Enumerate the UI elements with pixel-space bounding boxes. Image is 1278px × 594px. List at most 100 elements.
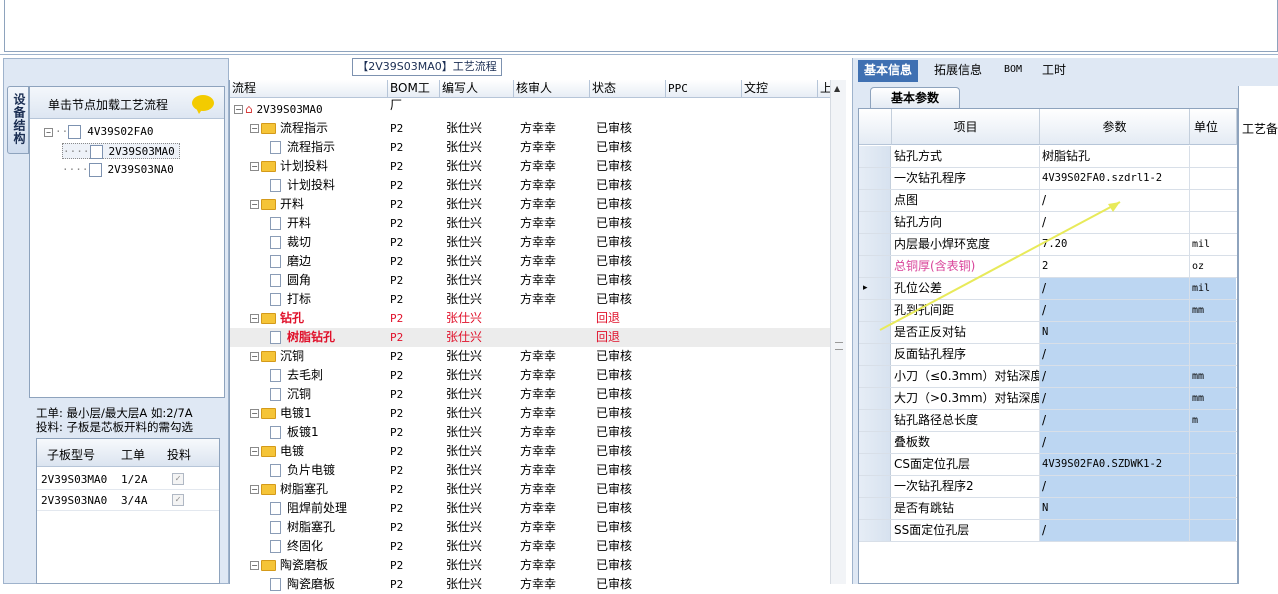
param-row[interactable]: 钻孔方式 树脂钻孔	[859, 146, 1237, 168]
col-header[interactable]: 工单	[121, 446, 145, 463]
chat-bubble-icon[interactable]	[192, 95, 214, 114]
flow-row[interactable]: 树脂钻孔 P2 张仕兴 回退	[230, 328, 830, 347]
param-value-cell[interactable]: 树脂钻孔	[1040, 146, 1190, 167]
flow-row[interactable]: 负片电镀 P2 张仕兴 方幸幸 已审核	[230, 461, 830, 480]
flow-row[interactable]: − 陶瓷磨板 P2 张仕兴 方幸幸 已审核	[230, 556, 830, 575]
col-header-writer[interactable]: 编写人	[440, 80, 514, 98]
flow-row[interactable]: − 树脂塞孔 P2 张仕兴 方幸幸 已审核	[230, 480, 830, 499]
param-value-cell[interactable]: /	[1040, 388, 1190, 409]
tree-root-row[interactable]: − ⌂ 2V39S03MA0	[230, 100, 830, 119]
param-value-cell[interactable]: /	[1040, 520, 1190, 541]
param-value-cell[interactable]: /	[1040, 410, 1190, 431]
flow-row[interactable]: − 电镀1 P2 张仕兴 方幸幸 已审核	[230, 404, 830, 423]
collapse-icon[interactable]: −	[250, 352, 259, 361]
tab-work-hours[interactable]: 工时	[1036, 60, 1072, 82]
flow-row[interactable]: − 开料 P2 张仕兴 方幸幸 已审核	[230, 195, 830, 214]
collapse-icon[interactable]: −	[250, 447, 259, 456]
table-row[interactable]: 2V39S03MA0 1/2A ✓	[37, 469, 219, 490]
collapse-icon[interactable]: −	[250, 162, 259, 171]
param-value-cell[interactable]: /	[1040, 432, 1190, 453]
row-indicator[interactable]	[859, 146, 891, 167]
row-indicator[interactable]	[859, 520, 891, 541]
flow-row[interactable]: 终固化 P2 张仕兴 方幸幸 已审核	[230, 537, 830, 556]
row-indicator[interactable]	[859, 476, 891, 497]
col-header-item[interactable]: 项目	[892, 109, 1040, 145]
flow-row[interactable]: − 沉铜 P2 张仕兴 方幸幸 已审核	[230, 347, 830, 366]
col-header-status[interactable]: 状态	[590, 80, 666, 98]
flow-row[interactable]: 沉铜 P2 张仕兴 方幸幸 已审核	[230, 385, 830, 404]
param-row[interactable]: 大刀（>0.3mm）对钻深度 / mm	[859, 388, 1237, 410]
collapse-icon[interactable]: −	[234, 105, 243, 114]
vertical-scrollbar[interactable]: ▲	[830, 80, 846, 584]
param-value-cell[interactable]: /	[1040, 476, 1190, 497]
flow-row[interactable]: 阻焊前处理 P2 张仕兴 方幸幸 已审核	[230, 499, 830, 518]
collapse-icon[interactable]: −	[250, 314, 259, 323]
flow-row[interactable]: 计划投料 P2 张仕兴 方幸幸 已审核	[230, 176, 830, 195]
device-structure-tab[interactable]: 设备结构	[7, 86, 29, 154]
param-value-cell[interactable]: 4V39S02FA0.SZDWK1-2	[1040, 454, 1190, 475]
collapse-icon[interactable]: −	[250, 200, 259, 209]
flow-row[interactable]: − 钻孔 P2 张仕兴 回退	[230, 309, 830, 328]
flow-row[interactable]: 圆角 P2 张仕兴 方幸幸 已审核	[230, 271, 830, 290]
param-row[interactable]: 是否有跳钻 N	[859, 498, 1237, 520]
collapse-icon[interactable]: −	[250, 409, 259, 418]
scroll-up-icon[interactable]: ▲	[834, 84, 840, 93]
param-row[interactable]: 反面钻孔程序 /	[859, 344, 1237, 366]
tab-basic-info[interactable]: 基本信息	[858, 60, 919, 82]
flow-row[interactable]: 板镀1 P2 张仕兴 方幸幸 已审核	[230, 423, 830, 442]
collapse-icon[interactable]: −	[250, 561, 259, 570]
param-row[interactable]: 小刀（≤0.3mm）对钻深度 / mm	[859, 366, 1237, 388]
col-header-bom[interactable]: BOM工厂	[388, 80, 440, 112]
flow-row[interactable]: − 计划投料 P2 张仕兴 方幸幸 已审核	[230, 157, 830, 176]
flow-row[interactable]: 陶瓷磨板 P2 张仕兴 方幸幸 已审核	[230, 575, 830, 594]
collapse-icon[interactable]: −	[250, 485, 259, 494]
tab-bom[interactable]: BOM	[998, 60, 1028, 82]
flow-row[interactable]: 去毛刺 P2 张仕兴 方幸幸 已审核	[230, 366, 830, 385]
param-row[interactable]: 一次钻孔程序2/	[859, 476, 1237, 498]
tree-node[interactable]: ···· 2V39S03NA0	[62, 162, 174, 178]
param-row[interactable]: CS面定位孔层 4V39S02FA0.SZDWK1-2	[859, 454, 1237, 476]
tab-extended-info[interactable]: 拓展信息	[928, 60, 988, 82]
flow-row[interactable]: 树脂塞孔 P2 张仕兴 方幸幸 已审核	[230, 518, 830, 537]
param-row[interactable]: 叠板数 /	[859, 432, 1237, 454]
feed-checkbox[interactable]: ✓	[172, 494, 184, 506]
flow-row[interactable]: 打标 P2 张仕兴 方幸幸 已审核	[230, 290, 830, 309]
scroll-grip-icon[interactable]	[835, 342, 843, 350]
col-header[interactable]: 投料	[167, 446, 191, 463]
row-indicator[interactable]	[859, 168, 891, 189]
row-indicator[interactable]	[859, 388, 891, 409]
param-row[interactable]: SS面定位孔层 /	[859, 520, 1237, 542]
flow-row[interactable]: 磨边 P2 张仕兴 方幸幸 已审核	[230, 252, 830, 271]
col-header-doc-control[interactable]: 文控	[742, 80, 818, 98]
load-flow-bar[interactable]: 单击节点加载工艺流程	[30, 87, 224, 119]
tree-node-root[interactable]: − ·· 4V39S02FA0	[44, 124, 153, 140]
param-value-cell[interactable]: /	[1040, 366, 1190, 387]
row-indicator[interactable]	[859, 498, 891, 519]
row-indicator[interactable]	[859, 454, 891, 475]
col-header-reviewer[interactable]: 核审人	[514, 80, 590, 98]
param-value-cell[interactable]: /	[1040, 344, 1190, 365]
collapse-icon[interactable]: −	[250, 124, 259, 133]
flow-row[interactable]: − 流程指示 P2 张仕兴 方幸幸 已审核	[230, 119, 830, 138]
col-header-unit[interactable]: 单位	[1190, 109, 1237, 145]
param-row[interactable]: 钻孔路径总长度 / m	[859, 410, 1237, 432]
col-header-ppc[interactable]: PPC	[666, 80, 742, 98]
row-indicator[interactable]	[859, 344, 891, 365]
param-row[interactable]: 一次钻孔程序 4V39S02FA0.szdrl1-2	[859, 168, 1237, 190]
col-header-flow[interactable]: 流程	[230, 80, 388, 98]
flow-row[interactable]: 流程指示 P2 张仕兴 方幸幸 已审核	[230, 138, 830, 157]
row-indicator[interactable]	[859, 432, 891, 453]
param-value-cell[interactable]: N	[1040, 498, 1190, 519]
tree-node-selected[interactable]: ···· 2V39S03MA0	[62, 143, 180, 159]
collapse-icon[interactable]: −	[44, 127, 53, 137]
row-indicator[interactable]	[859, 366, 891, 387]
col-header[interactable]: 子板型号	[47, 446, 95, 463]
param-value-cell[interactable]: 4V39S02FA0.szdrl1-2	[1040, 168, 1190, 189]
flow-row[interactable]: 裁切 P2 张仕兴 方幸幸 已审核	[230, 233, 830, 252]
flow-row[interactable]: − 电镀 P2 张仕兴 方幸幸 已审核	[230, 442, 830, 461]
col-header-param[interactable]: 参数	[1040, 109, 1190, 145]
row-indicator[interactable]	[859, 410, 891, 431]
feed-checkbox[interactable]: ✓	[172, 473, 184, 485]
subtab-basic-params[interactable]: 基本参数	[870, 87, 960, 109]
table-row[interactable]: 2V39S03NA0 3/4A ✓	[37, 490, 219, 511]
